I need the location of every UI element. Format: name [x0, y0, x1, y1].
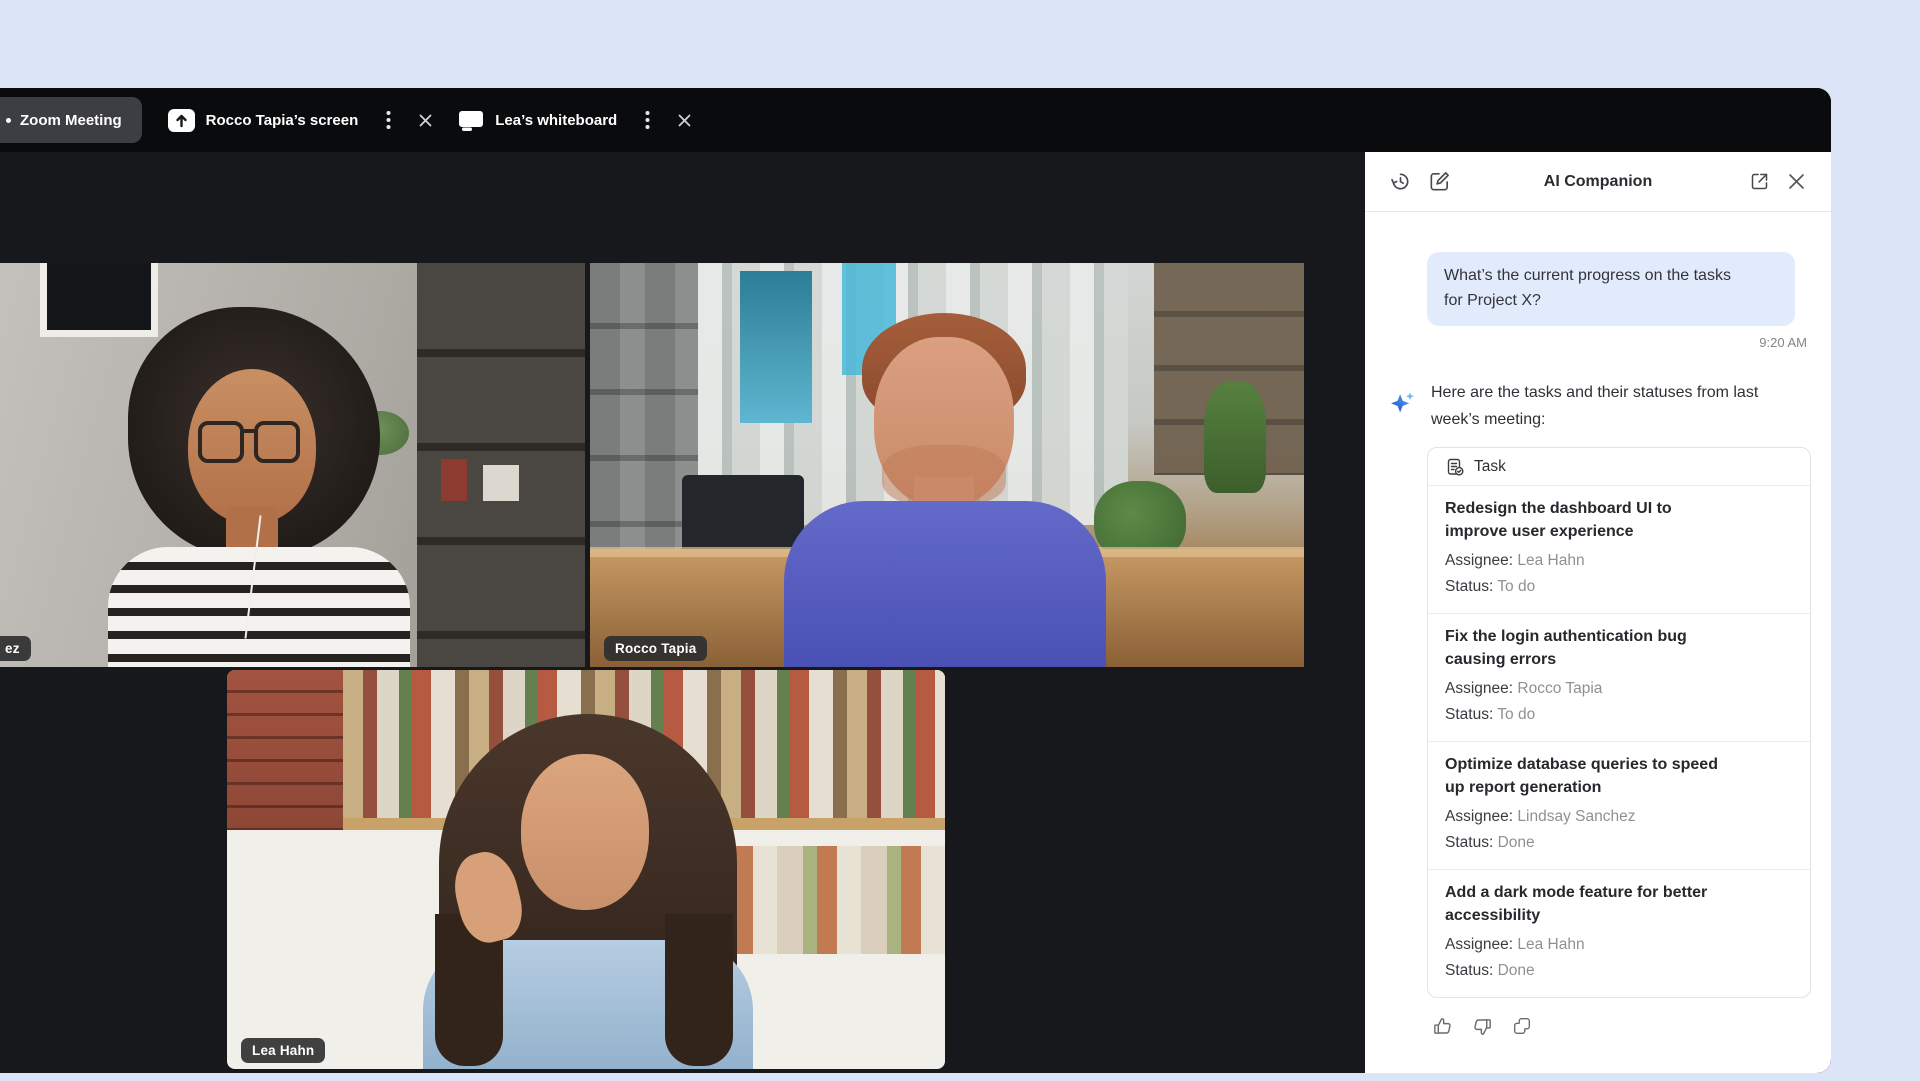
task-item: Fix the login authentication bug causing… — [1428, 614, 1810, 742]
tab-whiteboard-label: Lea’s whiteboard — [495, 112, 617, 129]
tab-screen-share-label: Rocco Tapia’s screen — [206, 112, 359, 129]
tab-close-icon[interactable] — [419, 114, 432, 127]
tab-close-icon[interactable] — [678, 114, 691, 127]
pop-out-icon[interactable] — [1749, 171, 1770, 192]
name-tag: Lea Hahn — [241, 1038, 325, 1063]
thumbs-down-icon[interactable] — [1469, 1013, 1495, 1039]
task-title: Redesign the dashboard UI to improve use… — [1445, 497, 1730, 543]
task-clipboard-icon — [1445, 457, 1465, 477]
ai-chat-body: What’s the current progress on the tasks… — [1365, 212, 1831, 1073]
teal-poster — [740, 271, 812, 423]
task-card-header: Task — [1428, 448, 1810, 486]
striped-shirt — [108, 547, 410, 667]
message-timestamp: 9:20 AM — [1365, 335, 1807, 350]
task-status: Status: To do — [1445, 574, 1793, 600]
tab-zoom-meeting[interactable]: Zoom Meeting — [0, 97, 142, 143]
tab-whiteboard[interactable]: Lea’s whiteboard — [458, 109, 691, 132]
task-assignee: Assignee: Rocco Tapia — [1445, 676, 1793, 702]
participant-face — [521, 754, 649, 910]
video-tile-rocco-tapia[interactable]: Rocco Tapia — [590, 263, 1304, 667]
task-assignee: Assignee: Lindsay Sanchez — [1445, 804, 1793, 830]
thumbs-up-icon[interactable] — [1429, 1013, 1455, 1039]
task-card-header-label: Task — [1474, 458, 1506, 476]
page-background: Zoom Meeting Rocco Tapia’s screen — [0, 0, 1920, 1081]
tab-menu-icon[interactable] — [645, 110, 650, 130]
history-icon[interactable] — [1389, 170, 1412, 193]
glasses — [198, 421, 308, 465]
tab-zoom-meeting-label: Zoom Meeting — [20, 112, 122, 129]
task-assignee: Assignee: Lea Hahn — [1445, 548, 1793, 574]
ai-panel-header: AI Companion — [1365, 152, 1831, 212]
task-item: Add a dark mode feature for better acces… — [1428, 870, 1810, 997]
ai-response: Here are the tasks and their statuses fr… — [1387, 377, 1803, 433]
new-chat-icon[interactable] — [1428, 170, 1451, 193]
hair-strand — [665, 914, 733, 1066]
user-message-bubble: What’s the current progress on the tasks… — [1427, 252, 1795, 326]
task-item: Redesign the dashboard UI to improve use… — [1428, 486, 1810, 614]
copy-icon[interactable] — [1509, 1013, 1535, 1039]
task-title: Fix the login authentication bug causing… — [1445, 625, 1730, 671]
task-status: Status: To do — [1445, 702, 1793, 728]
share-screen-icon — [168, 109, 195, 132]
close-panel-icon[interactable] — [1788, 171, 1805, 192]
name-tag: Rocco Tapia — [604, 636, 707, 661]
blue-shirt — [784, 501, 1106, 667]
task-card: Task Redesign the dashboard UI to improv… — [1427, 447, 1811, 998]
book — [483, 465, 519, 501]
book — [441, 459, 467, 501]
response-actions — [1429, 1013, 1831, 1039]
name-tag: ez — [0, 636, 31, 661]
video-tile-lea-hahn[interactable]: Lea Hahn — [227, 670, 945, 1069]
tab-screen-share[interactable]: Rocco Tapia’s screen — [168, 109, 433, 132]
task-status: Status: Done — [1445, 958, 1793, 984]
ai-sparkle-icon — [1387, 377, 1417, 433]
user-message-text: What’s the current progress on the tasks… — [1444, 263, 1754, 313]
picture-frame — [40, 263, 158, 337]
zoom-meeting-window: Zoom Meeting Rocco Tapia’s screen — [0, 88, 1831, 1073]
task-item: Optimize database queries to speed up re… — [1428, 742, 1810, 870]
task-assignee: Assignee: Lea Hahn — [1445, 932, 1793, 958]
meeting-status-dot — [6, 118, 11, 123]
brick-wall — [227, 670, 343, 830]
video-tile-participant-left[interactable]: ez — [0, 263, 585, 667]
plant — [1204, 381, 1266, 493]
tab-menu-icon[interactable] — [386, 110, 391, 130]
tab-bar: Zoom Meeting Rocco Tapia’s screen — [0, 88, 1831, 152]
task-title: Add a dark mode feature for better acces… — [1445, 881, 1730, 927]
ai-companion-panel: AI Companion What’s the current progress… — [1365, 152, 1831, 1073]
task-title: Optimize database queries to speed up re… — [1445, 753, 1730, 799]
task-status: Status: Done — [1445, 830, 1793, 856]
whiteboard-icon — [458, 109, 484, 132]
ai-response-text: Here are the tasks and their statuses fr… — [1431, 377, 1771, 433]
